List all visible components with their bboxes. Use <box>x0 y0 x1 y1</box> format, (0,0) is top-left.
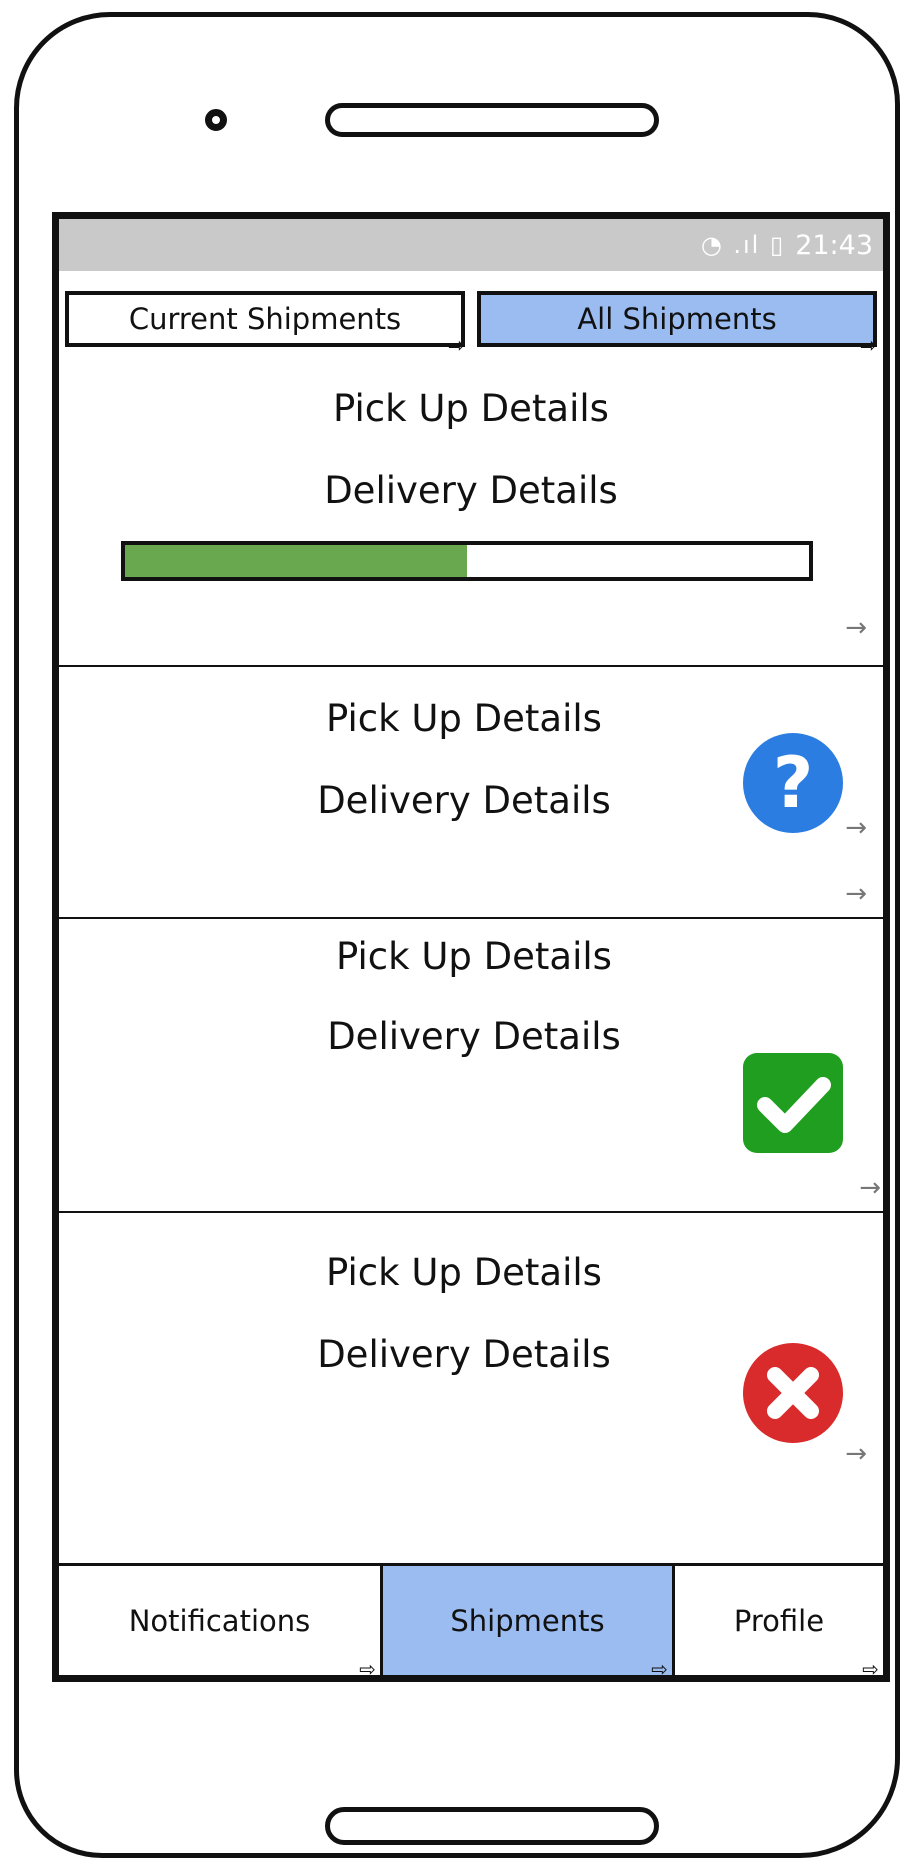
check-icon <box>741 1051 845 1155</box>
pickup-details: Pick Up Details <box>336 935 612 978</box>
shipment-tabs: Current Shipments ⇨ All Shipments ⇨ <box>65 291 877 357</box>
nav-profile[interactable]: Profile ⇨ <box>675 1566 883 1676</box>
tab-label: Current Shipments <box>128 302 402 336</box>
tab-label: All Shipments <box>577 302 777 336</box>
shipment-list: Pick Up Details Delivery Details → Pick … <box>59 357 883 1513</box>
cross-icon <box>741 1341 845 1445</box>
speaker-grille <box>325 103 659 137</box>
arrow-right-icon: → <box>845 613 867 643</box>
nav-label: Profile <box>733 1603 825 1638</box>
tab-current-shipments[interactable]: Current Shipments ⇨ <box>65 291 465 357</box>
camera-icon <box>205 109 227 131</box>
tab-all-shipments[interactable]: All Shipments ⇨ <box>477 291 877 357</box>
arrow-icon: ⇨ <box>860 333 877 357</box>
nav-label: Shipments <box>450 1603 605 1638</box>
arrow-icon: ⇨ <box>448 333 465 357</box>
shipment-item[interactable]: Pick Up Details Delivery Details → <box>59 919 883 1213</box>
nav-notifications[interactable]: Notifications ⇨ <box>59 1566 383 1675</box>
shipment-item[interactable]: Pick Up Details Delivery Details ? → → <box>59 667 883 919</box>
pickup-details: Pick Up Details <box>333 387 609 430</box>
nav-label: Notifications <box>128 1603 311 1638</box>
home-button[interactable] <box>325 1807 659 1845</box>
nav-shipments[interactable]: Shipments ⇨ <box>383 1566 675 1675</box>
arrow-icon: ⇨ <box>862 1657 879 1681</box>
signal-wifi-battery-icon: ◔ .ıl ▯ <box>700 231 786 259</box>
status-bar: ◔ .ıl ▯ 21:43 <box>59 219 883 271</box>
bottom-navigation: Notifications ⇨ Shipments ⇨ Profile ⇨ <box>59 1563 883 1675</box>
arrow-right-icon: → <box>845 879 867 909</box>
question-icon: ? <box>741 731 845 835</box>
arrow-right-icon: → <box>845 813 867 843</box>
pickup-details: Pick Up Details <box>326 1251 602 1294</box>
arrow-icon: ⇨ <box>651 1657 668 1681</box>
shipment-progress-bar <box>121 541 813 581</box>
shipment-item[interactable]: Pick Up Details Delivery Details → <box>59 1213 883 1513</box>
arrow-right-icon: → <box>859 1173 881 1203</box>
arrow-right-icon: → <box>845 1439 867 1469</box>
svg-text:?: ? <box>773 742 814 824</box>
phone-screen: ◔ .ıl ▯ 21:43 Current Shipments ⇨ All Sh… <box>52 212 890 1682</box>
status-time: 21:43 <box>795 229 873 261</box>
progress-fill <box>125 545 467 577</box>
delivery-details: Delivery Details <box>324 469 618 512</box>
arrow-icon: ⇨ <box>359 1657 376 1681</box>
shipment-item[interactable]: Pick Up Details Delivery Details → <box>59 357 883 667</box>
